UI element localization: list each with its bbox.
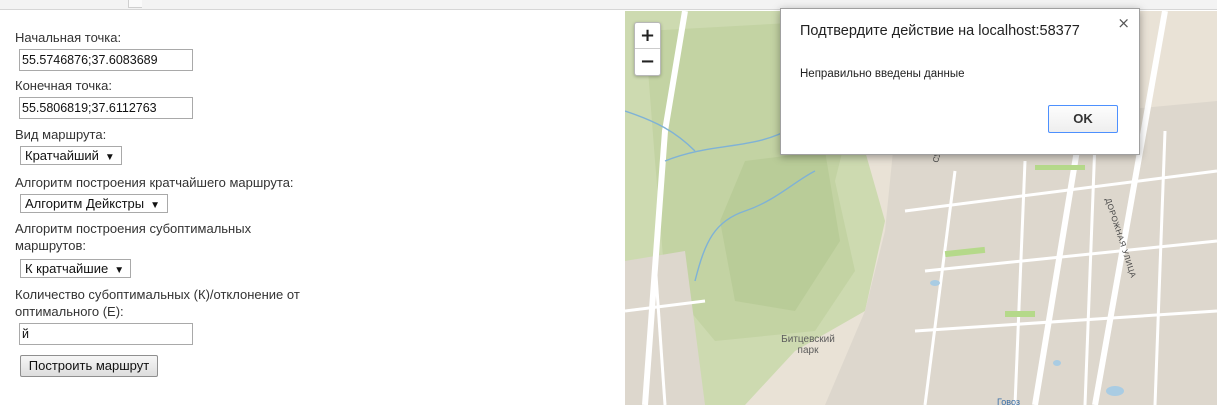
ok-button[interactable]: OK xyxy=(1048,105,1118,133)
close-icon[interactable]: × xyxy=(1117,14,1130,32)
build-route-button[interactable]: Построить маршрут xyxy=(20,355,158,377)
dialog-message: Неправильно введены данные xyxy=(800,68,965,80)
street-label-bottom: Говоз xyxy=(997,397,1020,405)
subopt-algo-select[interactable]: К кратчайшие ▼ xyxy=(20,259,131,278)
zoom-in-button[interactable]: + xyxy=(635,23,660,49)
zoom-out-button[interactable]: − xyxy=(635,49,660,75)
park-label: Битцевский парк xyxy=(781,334,835,356)
route-type-value: Кратчайший xyxy=(25,148,99,163)
route-type-label: Вид маршрута: xyxy=(15,127,107,142)
dropdown-arrow-icon: ▼ xyxy=(114,265,125,276)
start-point-label: Начальная точка: xyxy=(15,30,122,45)
dialog-title: Подтвердите действие на localhost:58377 xyxy=(800,23,1080,39)
shortest-algo-value: Алгоритм Дейкстры xyxy=(25,196,145,211)
start-point-input[interactable]: 55.5746876;37.6083689 xyxy=(19,49,193,71)
end-point-input[interactable]: 55.5806819;37.6112763 xyxy=(19,97,193,119)
end-point-label: Конечная точка: xyxy=(15,78,112,93)
zoom-control: + − xyxy=(634,22,661,76)
confirm-dialog: Подтвердите действие на localhost:58377 … xyxy=(780,8,1140,155)
subopt-algo-label: Алгоритм построения субоптимальных маршр… xyxy=(15,221,252,253)
count-label: Количество субоптимальных (К)/отклонение… xyxy=(15,287,300,319)
dropdown-arrow-icon: ▼ xyxy=(104,152,115,163)
shortest-algo-select[interactable]: Алгоритм Дейкстры ▼ xyxy=(20,194,168,213)
shortest-algo-label: Алгоритм построения кратчайшего маршрута… xyxy=(15,175,294,190)
count-input[interactable]: й xyxy=(19,323,193,345)
browser-tab-edge xyxy=(128,0,142,8)
subopt-algo-value: К кратчайшие xyxy=(25,261,109,276)
dropdown-arrow-icon: ▼ xyxy=(150,200,161,211)
route-form: Начальная точка: 55.5746876;37.6083689 К… xyxy=(0,11,625,405)
route-type-select[interactable]: Кратчайший ▼ xyxy=(20,146,122,165)
